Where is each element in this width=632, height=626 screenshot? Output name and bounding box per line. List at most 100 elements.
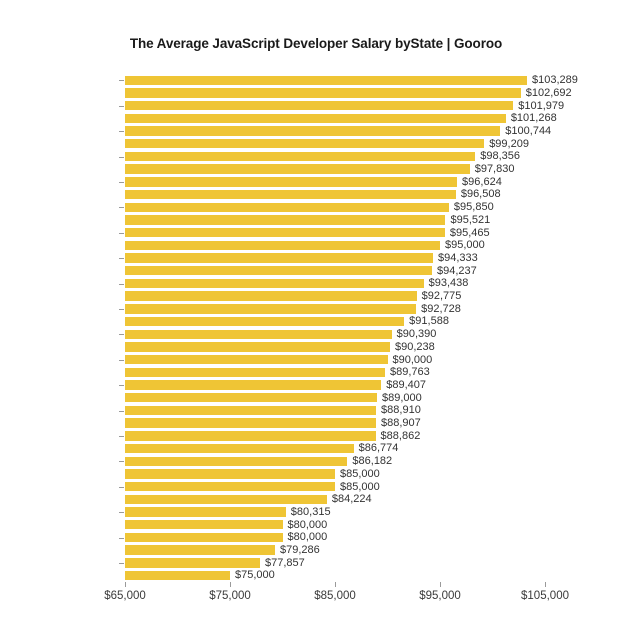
bar bbox=[125, 253, 433, 263]
x-axis-tick bbox=[125, 582, 126, 587]
bar-value-label: $85,000 bbox=[340, 467, 380, 480]
bar bbox=[125, 494, 327, 505]
bar-row: $88,907 bbox=[125, 417, 545, 430]
x-axis-tick bbox=[545, 582, 546, 587]
bar bbox=[125, 456, 348, 466]
bar bbox=[125, 354, 388, 365]
bar-value-label: $95,521 bbox=[450, 213, 491, 226]
bar bbox=[125, 393, 377, 403]
bar-row: $95,465 bbox=[125, 226, 545, 239]
plot-area: $103,289 $102,692 $101,979 $101,268 $100,744… bbox=[104, 74, 578, 602]
bar bbox=[125, 431, 376, 441]
bar-value-label: $89,763 bbox=[390, 366, 430, 379]
bar bbox=[125, 418, 377, 428]
bar-value-label: $92,775 bbox=[421, 290, 462, 303]
bar-value-label: $86,182 bbox=[352, 455, 393, 468]
bar-value-label: $88,907 bbox=[381, 417, 421, 430]
bar-row: $96,624 bbox=[125, 176, 545, 189]
bar-value-label: $95,465 bbox=[449, 226, 490, 239]
bar-chart: The Average JavaScript Developer Salary … bbox=[0, 0, 632, 626]
bar bbox=[125, 481, 335, 492]
y-axis-tick bbox=[119, 512, 124, 514]
bar-value-label: $80,315 bbox=[290, 505, 331, 518]
bar bbox=[125, 405, 377, 416]
bar bbox=[125, 215, 446, 225]
y-axis-tick bbox=[119, 334, 124, 336]
bar-row: $91,588 bbox=[125, 315, 545, 328]
y-axis-tick bbox=[119, 308, 124, 310]
x-axis-tick bbox=[230, 582, 231, 587]
bar-value-label: $101,268 bbox=[510, 112, 557, 125]
bar bbox=[125, 202, 449, 212]
bar bbox=[125, 558, 260, 568]
bar-value-label: $90,390 bbox=[396, 328, 437, 341]
bar-value-label: $85,000 bbox=[340, 480, 380, 493]
bar-row: $80,000 bbox=[125, 519, 545, 532]
bar bbox=[125, 443, 354, 454]
y-axis-tick bbox=[119, 461, 124, 463]
y-axis-tick bbox=[119, 80, 124, 82]
bar-row: $92,775 bbox=[125, 290, 545, 303]
bar-value-label: $95,850 bbox=[453, 201, 494, 214]
bar-value-label: $94,333 bbox=[437, 251, 478, 264]
bar bbox=[125, 545, 275, 555]
bar-value-label: $88,862 bbox=[380, 429, 421, 442]
bar-row: $96,508 bbox=[125, 188, 545, 201]
bar-row: $101,268 bbox=[125, 112, 557, 125]
bar-row: $88,862 bbox=[125, 430, 545, 443]
bar-value-label: $93,438 bbox=[428, 277, 469, 290]
bar-value-label: $89,000 bbox=[382, 391, 422, 404]
x-axis-tick-label: $65,000 bbox=[104, 590, 146, 602]
y-axis-tick bbox=[119, 131, 124, 133]
bar-value-label: $88,910 bbox=[381, 404, 421, 417]
bar-row: $90,000 bbox=[125, 353, 545, 366]
bar-value-label: $94,237 bbox=[436, 264, 477, 277]
bar-value-label: $100,744 bbox=[505, 124, 552, 137]
bar bbox=[125, 291, 417, 301]
x-axis-tick-label: $75,000 bbox=[209, 590, 251, 602]
bar-value-label: $96,624 bbox=[462, 175, 502, 188]
bar-value-label: $103,289 bbox=[532, 74, 578, 87]
bar-row: $86,774 bbox=[125, 442, 545, 455]
bar-row: $80,315 bbox=[125, 506, 545, 519]
x-axis-tick bbox=[335, 582, 336, 587]
bar-value-label: $95,000 bbox=[445, 239, 485, 252]
bar-row: $98,356 bbox=[125, 150, 545, 163]
y-axis-tick bbox=[119, 385, 124, 387]
x-axis-tick-label: $105,000 bbox=[521, 590, 569, 602]
bar-row: $88,910 bbox=[125, 404, 545, 417]
y-axis-tick bbox=[119, 359, 124, 361]
bar-value-label: $75,000 bbox=[235, 569, 275, 582]
bar bbox=[125, 240, 440, 251]
bar bbox=[125, 126, 501, 136]
bar-value-label: $98,356 bbox=[480, 150, 520, 163]
bar-row: $99,209 bbox=[125, 138, 545, 151]
bar bbox=[125, 227, 445, 238]
bar-row: $102,692 bbox=[125, 87, 572, 100]
bar-row: $79,286 bbox=[125, 544, 545, 557]
bar-value-label: $90,238 bbox=[394, 340, 435, 353]
bar-row: $85,000 bbox=[125, 468, 545, 481]
chart-title: The Average JavaScript Developer Salary … bbox=[129, 36, 503, 51]
bar-row: $77,857 bbox=[125, 557, 545, 570]
y-axis-tick bbox=[119, 258, 124, 260]
bar-row: $95,000 bbox=[125, 239, 545, 252]
bar bbox=[125, 113, 506, 124]
bar-value-label: $91,588 bbox=[409, 315, 449, 328]
bar-row: $101,979 bbox=[125, 99, 564, 112]
x-axis-tick-label: $85,000 bbox=[314, 590, 356, 602]
bar-value-label: $80,000 bbox=[287, 518, 328, 531]
bar bbox=[125, 100, 514, 111]
bar bbox=[125, 342, 390, 352]
bar bbox=[125, 75, 528, 85]
bar-value-label: $89,407 bbox=[386, 378, 427, 391]
bar-row: $84,224 bbox=[125, 493, 545, 506]
bar-value-label: $80,000 bbox=[287, 531, 328, 544]
bar bbox=[125, 88, 521, 98]
bar-value-label: $79,286 bbox=[280, 544, 320, 557]
bar-row: $86,182 bbox=[125, 455, 545, 468]
y-axis-tick bbox=[119, 283, 124, 285]
bar bbox=[125, 329, 392, 339]
bar-row: $94,237 bbox=[125, 265, 545, 278]
bar bbox=[125, 316, 405, 327]
